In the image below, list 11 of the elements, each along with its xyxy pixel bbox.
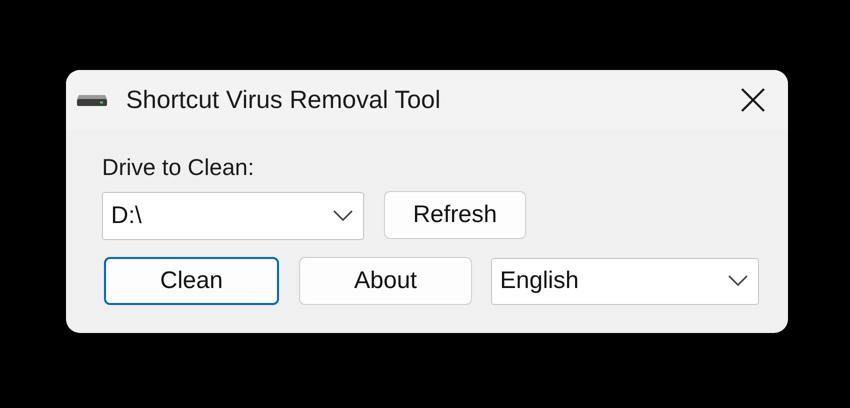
language-dropdown[interactable]: English <box>491 258 759 304</box>
drive-label: Drive to Clean: <box>102 154 256 182</box>
window-title: Shortcut Virus Removal Tool <box>126 86 442 114</box>
drive-dropdown[interactable]: D:\ <box>102 192 364 240</box>
drive-icon <box>76 93 108 107</box>
chevron-down-icon <box>333 210 353 222</box>
about-button[interactable]: About <box>299 257 472 305</box>
close-icon <box>740 87 766 113</box>
clean-button[interactable]: Clean <box>104 257 279 305</box>
refresh-button[interactable]: Refresh <box>384 190 526 238</box>
chevron-down-icon <box>728 275 748 287</box>
